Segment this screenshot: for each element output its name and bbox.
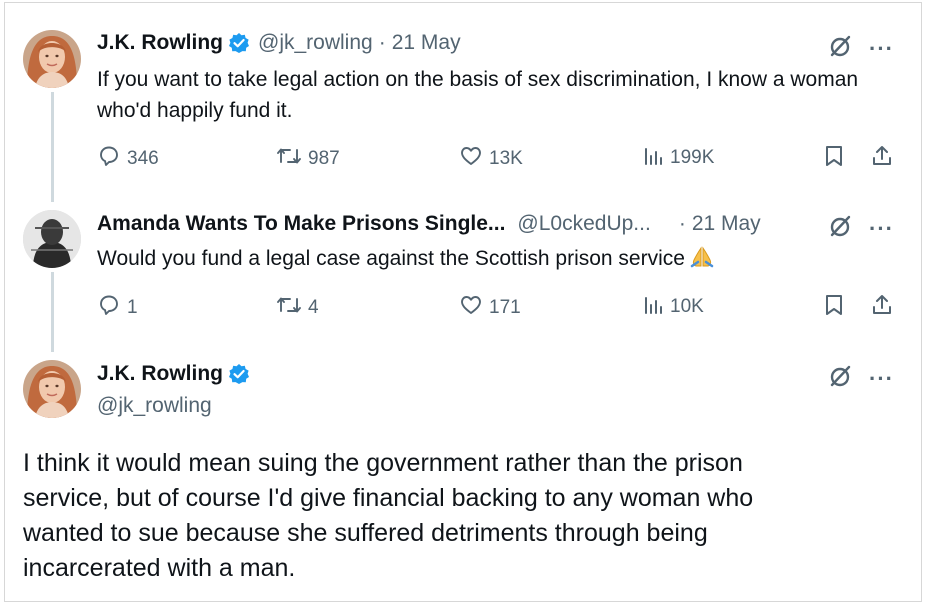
thread-line — [51, 272, 54, 352]
retweet-count: 987 — [308, 148, 340, 169]
display-name[interactable]: Amanda Wants To Make Prisons Single... — [97, 212, 505, 236]
grok-icon[interactable] — [829, 214, 853, 243]
tweet-text-content: Would you fund a legal case against the … — [97, 247, 685, 270]
like-count: 171 — [489, 297, 521, 318]
tweet-top-actions: ··· — [829, 364, 894, 393]
retweet-button[interactable]: 987 — [276, 144, 340, 174]
reply-icon — [97, 293, 127, 323]
user-handle[interactable]: @L0ckedUp... — [517, 212, 650, 236]
tweet-actions: 1 4 171 10K — [97, 293, 907, 323]
reply-count: 1 — [127, 297, 138, 318]
retweet-button[interactable]: 4 — [276, 293, 319, 323]
reply-button[interactable]: 1 — [97, 293, 138, 323]
verified-badge-icon — [228, 363, 250, 385]
like-count: 13K — [489, 148, 523, 169]
tweet-text: I think it would mean suing the governme… — [23, 449, 754, 582]
tweet-header: J.K. Rowling @jk_rowling · 21 May — [97, 31, 461, 55]
tweet-text: If you want to take legal action on the … — [97, 68, 859, 122]
bookmark-button[interactable] — [823, 144, 851, 174]
retweet-icon — [276, 144, 308, 174]
reply-count: 346 — [127, 148, 159, 169]
avatar[interactable] — [23, 210, 81, 268]
views-button[interactable]: 199K — [642, 144, 714, 172]
analytics-icon — [642, 144, 670, 172]
bookmark-icon — [823, 293, 851, 323]
folded-hands-icon — [689, 246, 715, 268]
analytics-icon — [642, 293, 670, 321]
bookmark-button[interactable] — [823, 293, 851, 323]
display-name[interactable]: J.K. Rowling — [97, 362, 223, 386]
share-button[interactable] — [870, 144, 900, 174]
tweet-text: Would you fund a legal case against the … — [97, 243, 897, 274]
like-button[interactable]: 171 — [459, 293, 521, 323]
tweet-actions: 346 987 13K 199K — [97, 144, 907, 174]
grok-icon[interactable] — [829, 364, 853, 393]
views-button[interactable]: 10K — [642, 293, 704, 321]
retweet-icon — [276, 293, 308, 323]
grok-icon[interactable] — [829, 34, 853, 63]
share-icon — [870, 293, 900, 323]
tweet-date[interactable]: 21 May — [392, 31, 461, 55]
thread-line — [51, 92, 54, 202]
more-options-icon[interactable]: ··· — [869, 367, 894, 389]
handle-row: @jk_rowling — [97, 394, 212, 418]
avatar[interactable] — [23, 360, 81, 418]
share-button[interactable] — [870, 293, 900, 323]
like-button[interactable]: 13K — [459, 144, 523, 174]
tweet-header: J.K. Rowling — [97, 362, 250, 386]
bookmark-icon — [823, 144, 851, 174]
separator-dot: · — [378, 31, 386, 54]
more-options-icon[interactable]: ··· — [869, 217, 894, 239]
heart-icon — [459, 144, 489, 174]
heart-icon — [459, 293, 489, 323]
separator-dot: · — [678, 212, 686, 235]
tweet-date[interactable]: 21 May — [692, 212, 761, 236]
user-handle[interactable]: @jk_rowling — [258, 31, 373, 55]
more-options-icon[interactable]: ··· — [869, 37, 894, 59]
tweet-top-actions: ··· — [829, 34, 894, 63]
avatar[interactable] — [23, 30, 81, 88]
tweet-top-actions: ··· — [829, 214, 894, 243]
view-count: 10K — [670, 296, 704, 317]
tweet-header: Amanda Wants To Make Prisons Single... @… — [97, 212, 761, 236]
view-count: 199K — [670, 147, 715, 168]
retweet-count: 4 — [308, 297, 319, 318]
reply-button[interactable]: 346 — [97, 144, 159, 174]
verified-badge-icon — [228, 32, 250, 54]
reply-icon — [97, 144, 127, 174]
user-handle[interactable]: @jk_rowling — [97, 394, 212, 418]
share-icon — [870, 144, 900, 174]
display-name[interactable]: J.K. Rowling — [97, 31, 223, 55]
